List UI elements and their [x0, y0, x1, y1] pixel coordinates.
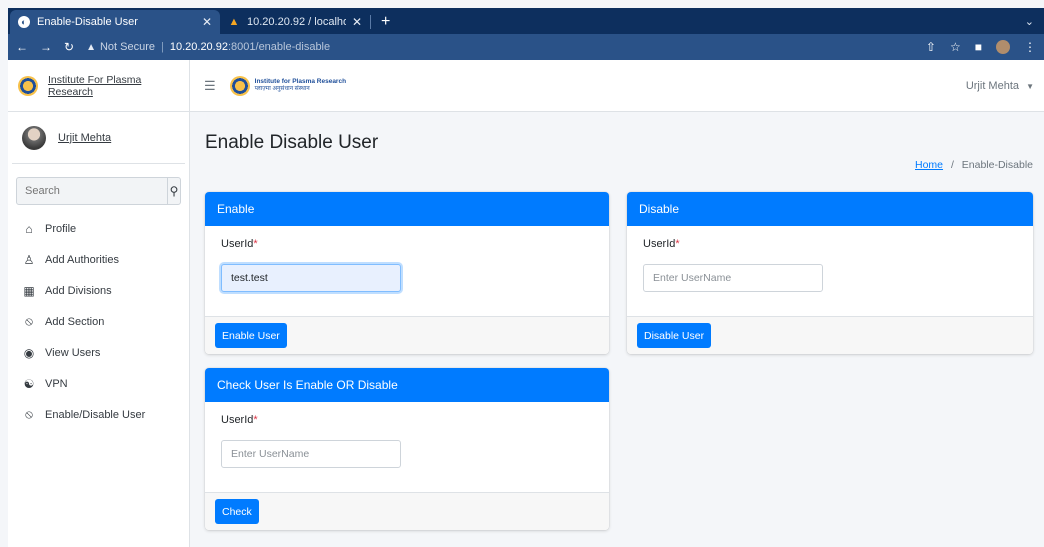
user-panel: Urjit Mehta — [12, 112, 185, 164]
close-tab-icon[interactable]: ✕ — [202, 15, 212, 29]
browser-tab-inactive[interactable]: ▲ 10.20.20.92 / localhost / larave ✕ — [220, 10, 370, 34]
profile-avatar-icon[interactable] — [996, 40, 1010, 54]
sidebar-item-label: VPN — [45, 377, 68, 390]
toolbar-actions: ⇧ ☆ ■ ⋮ — [926, 40, 1036, 54]
url-host[interactable]: 10.20.20.92 — [170, 41, 228, 53]
card-footer: Check — [205, 492, 609, 530]
sidebar-menu: ⌂ Profile ♙ Add Authorities ▦ Add Divisi… — [8, 213, 189, 430]
close-tab-icon[interactable]: ✕ — [352, 15, 362, 29]
card-body: UserId* — [205, 226, 609, 292]
card-body: UserId* — [205, 402, 609, 468]
url-path[interactable]: :8001/enable-disable — [228, 41, 330, 53]
sidebar-item-add-divisions[interactable]: ▦ Add Divisions — [22, 275, 175, 306]
caret-down-icon: ▼ — [1026, 81, 1034, 91]
disable-user-button[interactable]: Disable User — [637, 323, 712, 348]
breadcrumb-separator: / — [950, 159, 954, 171]
breadcrumb-current: Enable-Disable — [961, 159, 1033, 171]
phpmyadmin-icon: ▲ — [228, 16, 240, 28]
enable-user-button[interactable]: Enable User — [215, 323, 287, 348]
card-footer: Disable User — [627, 316, 1033, 354]
page-title: Enable Disable User — [205, 132, 379, 153]
share-icon[interactable]: ⇧ — [926, 40, 936, 54]
card-header: Disable — [627, 192, 1033, 226]
top-navbar: ☰ Institute for Plasma Research प्लाज़्म… — [190, 60, 1044, 112]
user-dropdown-label: Urjit Mehta — [965, 79, 1020, 92]
url-separator: | — [161, 41, 164, 53]
userid-label: UserId* — [643, 238, 680, 250]
card-footer: Enable User — [205, 316, 609, 354]
card-body: UserId* — [627, 226, 1033, 292]
address-bar: ← → ↻ ▲ Not Secure | 10.20.20.92 :8001/e… — [8, 34, 1044, 60]
globe-icon: ◐ — [18, 16, 30, 28]
sidebar-search: ⚲ — [16, 177, 181, 205]
disable-card: Disable UserId* Disable User — [627, 192, 1033, 354]
enable-userid-input[interactable] — [221, 264, 401, 292]
sidebar-item-add-authorities[interactable]: ♙ Add Authorities — [22, 244, 175, 275]
check-userid-input[interactable] — [221, 440, 401, 468]
user-plus-icon: ♙ — [23, 252, 35, 267]
sidebar-item-label: View Users — [45, 346, 101, 359]
cancel-circle-icon: ⦸ — [25, 314, 33, 328]
tab-title: 10.20.20.92 / localhost / larave — [247, 16, 346, 28]
new-tab-icon[interactable]: + — [371, 13, 400, 34]
card-header: Enable — [205, 192, 609, 226]
breadcrumb-home-link[interactable]: Home — [915, 159, 943, 171]
userid-label: UserId* — [221, 414, 258, 426]
sidebar-item-vpn[interactable]: ☯ VPN — [22, 368, 175, 399]
browser-tab-active[interactable]: ◐ Enable-Disable User ✕ — [10, 10, 220, 34]
tab-bar: ◐ Enable-Disable User ✕ ▲ 10.20.20.92 / … — [8, 8, 1044, 34]
user-dropdown[interactable]: Urjit Mehta ▼ — [966, 80, 1034, 92]
users-icon: ☯ — [23, 376, 35, 391]
enable-card: Enable UserId* Enable User — [205, 192, 609, 354]
tab-search-icon[interactable]: ⌄ — [1025, 15, 1044, 34]
sidebar-brand[interactable]: Institute For Plasma Research — [8, 60, 189, 112]
sidebar-item-label: Add Section — [45, 315, 105, 328]
disable-userid-input[interactable] — [643, 264, 823, 292]
search-icon[interactable]: ⚲ — [167, 178, 180, 204]
sidebar-item-enable-disable-user[interactable]: ⦸ Enable/Disable User — [22, 399, 175, 430]
check-button[interactable]: Check — [215, 499, 259, 524]
hamburger-menu-icon[interactable]: ☰ — [204, 78, 216, 94]
sidebar-item-label: Add Authorities — [45, 253, 119, 266]
brand-link[interactable]: Institute For Plasma Research — [48, 74, 189, 98]
ipr-logo-icon — [18, 75, 38, 96]
sidebar-item-profile[interactable]: ⌂ Profile — [22, 213, 175, 244]
institute-name-hi: प्लाज़्मा अनुसंधान संस्थान — [254, 86, 310, 93]
warning-icon[interactable]: ▲ — [86, 42, 96, 53]
institute-name: Institute for Plasma Research प्लाज़्मा … — [254, 77, 347, 93]
kebab-menu-icon[interactable]: ⋮ — [1024, 40, 1036, 54]
browser-chrome: ◐ Enable-Disable User ✕ ▲ 10.20.20.92 / … — [8, 8, 1044, 60]
eye-slash-icon: ⦸ — [25, 407, 33, 421]
star-icon[interactable]: ☆ — [950, 40, 961, 54]
sidebar-item-view-users[interactable]: ◉ View Users — [22, 337, 175, 368]
security-status[interactable]: Not Secure — [100, 41, 155, 53]
userid-label: UserId* — [221, 238, 258, 250]
building-icon: ▦ — [23, 283, 35, 298]
avatar — [22, 125, 46, 150]
card-header: Check User Is Enable OR Disable — [205, 368, 609, 402]
sidebar-item-label: Add Divisions — [45, 284, 112, 297]
institute-name-en: Institute for Plasma Research — [254, 77, 347, 85]
user-link[interactable]: Urjit Mehta — [58, 132, 111, 144]
check-card: Check User Is Enable OR Disable UserId* … — [205, 368, 609, 530]
home-icon: ⌂ — [25, 221, 33, 236]
sidebar-item-label: Profile — [45, 222, 77, 235]
back-icon[interactable]: ← — [16, 40, 28, 54]
ipr-logo-icon — [229, 75, 250, 96]
reload-icon[interactable]: ↻ — [64, 40, 74, 54]
sidebar: Institute For Plasma Research Urjit Meht… — [8, 60, 190, 547]
sidepanel-icon[interactable]: ■ — [975, 40, 982, 54]
search-input[interactable] — [17, 178, 167, 204]
forward-icon[interactable]: → — [40, 40, 52, 54]
breadcrumb: Home / Enable-Disable — [915, 159, 1033, 171]
tab-title: Enable-Disable User — [37, 16, 138, 28]
sidebar-item-label: Enable/Disable User — [45, 408, 146, 421]
sidebar-item-add-section[interactable]: ⦸ Add Section — [22, 306, 175, 337]
eye-icon: ◉ — [23, 345, 35, 360]
